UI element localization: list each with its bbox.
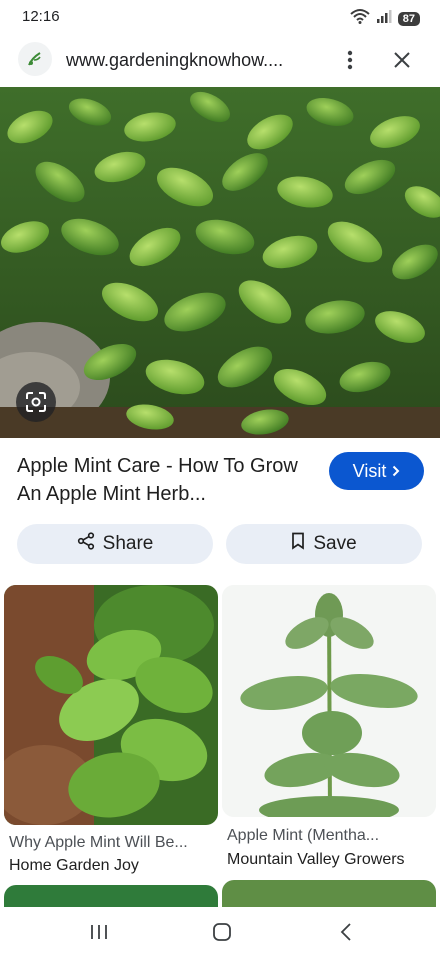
related-source-1: Home Garden Joy	[9, 857, 139, 874]
battery-icon: 87	[397, 11, 420, 26]
signal-icon	[376, 9, 392, 28]
share-button[interactable]: Share	[17, 524, 213, 564]
related-image-1[interactable]	[4, 585, 218, 825]
close-icon[interactable]	[388, 46, 416, 74]
visit-label: Visit	[352, 460, 387, 481]
status-time: 12:16	[22, 8, 60, 25]
result-title[interactable]: Apple Mint Care - How To Grow An Apple M…	[17, 452, 317, 508]
related-title-1[interactable]: Why Apple Mint Will Be...	[9, 834, 188, 852]
recent-apps-icon[interactable]	[84, 919, 114, 945]
system-nav-bar	[0, 907, 440, 957]
save-label: Save	[313, 533, 357, 554]
related-source-2: Mountain Valley Growers	[227, 851, 405, 868]
site-favicon-icon	[18, 42, 52, 76]
url-text[interactable]: www.gardeningknowhow....	[66, 50, 283, 71]
related-image-2[interactable]	[222, 585, 436, 817]
wifi-icon	[350, 8, 370, 29]
related-title-2[interactable]: Apple Mint (Mentha...	[227, 827, 379, 845]
status-icons: 87	[350, 8, 420, 29]
related-image-3[interactable]	[4, 885, 218, 907]
hero-image[interactable]	[0, 87, 440, 438]
chevron-right-icon	[392, 461, 400, 482]
back-icon[interactable]	[331, 919, 361, 945]
google-lens-icon[interactable]	[16, 382, 56, 422]
visit-button[interactable]: Visit	[329, 452, 424, 490]
save-button[interactable]: Save	[226, 524, 422, 564]
share-icon	[77, 532, 95, 556]
related-image-4[interactable]	[222, 880, 436, 907]
bookmark-icon	[291, 532, 305, 556]
home-icon[interactable]	[207, 919, 237, 945]
status-bar: 12:16 87	[0, 0, 440, 34]
share-label: Share	[102, 533, 154, 554]
browser-url-bar: www.gardeningknowhow....	[0, 36, 440, 84]
more-vert-icon[interactable]	[338, 46, 362, 74]
